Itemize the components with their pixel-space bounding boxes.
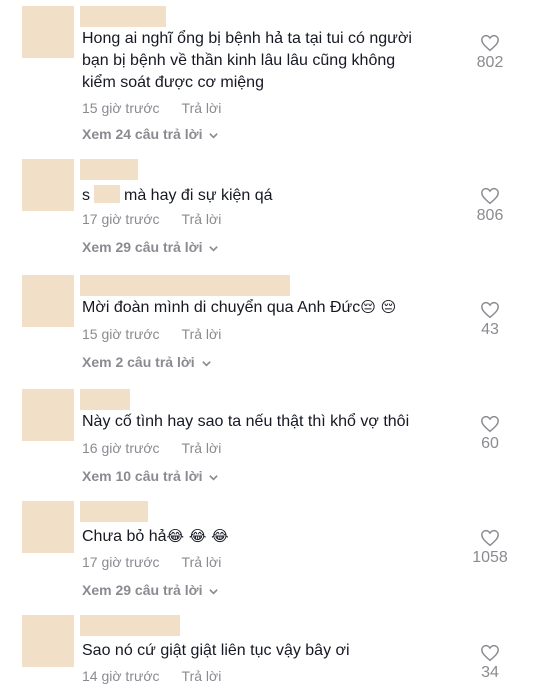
comment-time: 16 giờ trước (82, 440, 160, 456)
like-count: 60 (481, 435, 499, 452)
like-control: 1058 (468, 529, 512, 567)
comment-text-part: mà hay đi sự kiện qá (124, 187, 273, 204)
like-control: 43 (468, 301, 512, 339)
view-replies-label: Xem 29 câu trả lời (82, 582, 203, 598)
comment-time: 14 giờ trước (82, 668, 160, 684)
comment-time: 17 giờ trước (82, 554, 160, 570)
comment-meta: 15 giờ trước Trả lời (82, 100, 221, 116)
view-replies-label: Xem 24 câu trả lời (82, 126, 203, 142)
view-replies-label: Xem 2 câu trả lời (82, 354, 195, 370)
chevron-down-icon (208, 470, 219, 486)
chevron-down-icon (201, 356, 212, 372)
like-count: 802 (476, 54, 504, 71)
avatar[interactable] (22, 159, 74, 211)
heart-icon[interactable] (480, 644, 500, 662)
comment-text-part: s (82, 187, 90, 204)
avatar[interactable] (22, 501, 74, 553)
username-redacted[interactable] (80, 6, 166, 27)
avatar[interactable] (22, 6, 74, 58)
like-control: 34 (468, 644, 512, 682)
chevron-down-icon (208, 584, 219, 600)
like-control: 802 (468, 34, 512, 72)
comment-meta: 15 giờ trước Trả lời (82, 326, 221, 342)
avatar[interactable] (22, 615, 74, 667)
comment-meta: 17 giờ trước Trả lời (82, 554, 221, 570)
avatar[interactable] (22, 275, 74, 327)
chevron-down-icon (208, 241, 219, 257)
reply-button[interactable]: Trả lời (182, 440, 222, 456)
comment-text-part: Chưa bỏ hả (82, 528, 167, 545)
like-count: 34 (481, 664, 499, 681)
username-redacted[interactable] (80, 389, 130, 410)
view-replies-button[interactable]: Xem 10 câu trả lời (82, 468, 219, 486)
heart-icon[interactable] (480, 529, 500, 547)
comment-meta: 16 giờ trước Trả lời (82, 440, 221, 456)
comment-time: 17 giờ trước (82, 211, 160, 227)
heart-icon[interactable] (480, 34, 500, 52)
view-replies-button[interactable]: Xem 29 câu trả lời (82, 582, 219, 600)
view-replies-button[interactable]: Xem 24 câu trả lời (82, 126, 219, 144)
comment-text: Chưa bỏ hả😂 😂 😂 (82, 525, 422, 548)
avatar[interactable] (22, 389, 74, 441)
comment-meta: 17 giờ trước Trả lời (82, 211, 221, 227)
view-replies-label: Xem 29 câu trả lời (82, 239, 203, 255)
username-redacted[interactable] (80, 275, 290, 296)
emoji: 😔 😔 (360, 298, 397, 316)
comment-text: Này cố tình hay sao ta nếu thật thì khổ … (82, 413, 410, 430)
comment-text: Mời đoàn mình di chuyển qua Anh Đức😔 😔 (82, 296, 422, 319)
comment-time: 15 giờ trước (82, 100, 160, 116)
heart-icon[interactable] (480, 415, 500, 433)
reply-button[interactable]: Trả lời (182, 211, 222, 227)
like-count: 43 (481, 321, 499, 338)
reply-button[interactable]: Trả lời (182, 668, 222, 684)
like-count: 806 (476, 207, 504, 224)
username-redacted[interactable] (80, 501, 148, 522)
username-redacted[interactable] (80, 159, 138, 180)
view-replies-button[interactable]: Xem 2 câu trả lời (82, 354, 212, 372)
chevron-down-icon (208, 128, 219, 144)
like-control: 806 (468, 187, 512, 225)
comment-text: Hong ai nghĩ ổng bị bệnh hả ta tại tui c… (82, 30, 412, 91)
heart-icon[interactable] (480, 187, 500, 205)
view-replies-label: Xem 10 câu trả lời (82, 468, 203, 484)
username-redacted[interactable] (80, 615, 180, 636)
redacted-word (94, 185, 120, 203)
emoji: 😂 😂 😂 (166, 527, 229, 545)
heart-icon[interactable] (480, 301, 500, 319)
reply-button[interactable]: Trả lời (182, 326, 222, 342)
like-control: 60 (468, 415, 512, 453)
comment-text: Sao nó cứ giật giật liên tục vậy bây ơi (82, 642, 350, 659)
comment-meta: 14 giờ trước Trả lời (82, 668, 221, 684)
like-count: 1058 (472, 549, 508, 566)
comment-text: s mà hay đi sự kiện qá (82, 185, 422, 207)
reply-button[interactable]: Trả lời (182, 100, 222, 116)
comment-text-part: Mời đoàn mình di chuyển qua Anh Đức (82, 299, 361, 316)
view-replies-button[interactable]: Xem 29 câu trả lời (82, 239, 219, 257)
reply-button[interactable]: Trả lời (182, 554, 222, 570)
comment-time: 15 giờ trước (82, 326, 160, 342)
